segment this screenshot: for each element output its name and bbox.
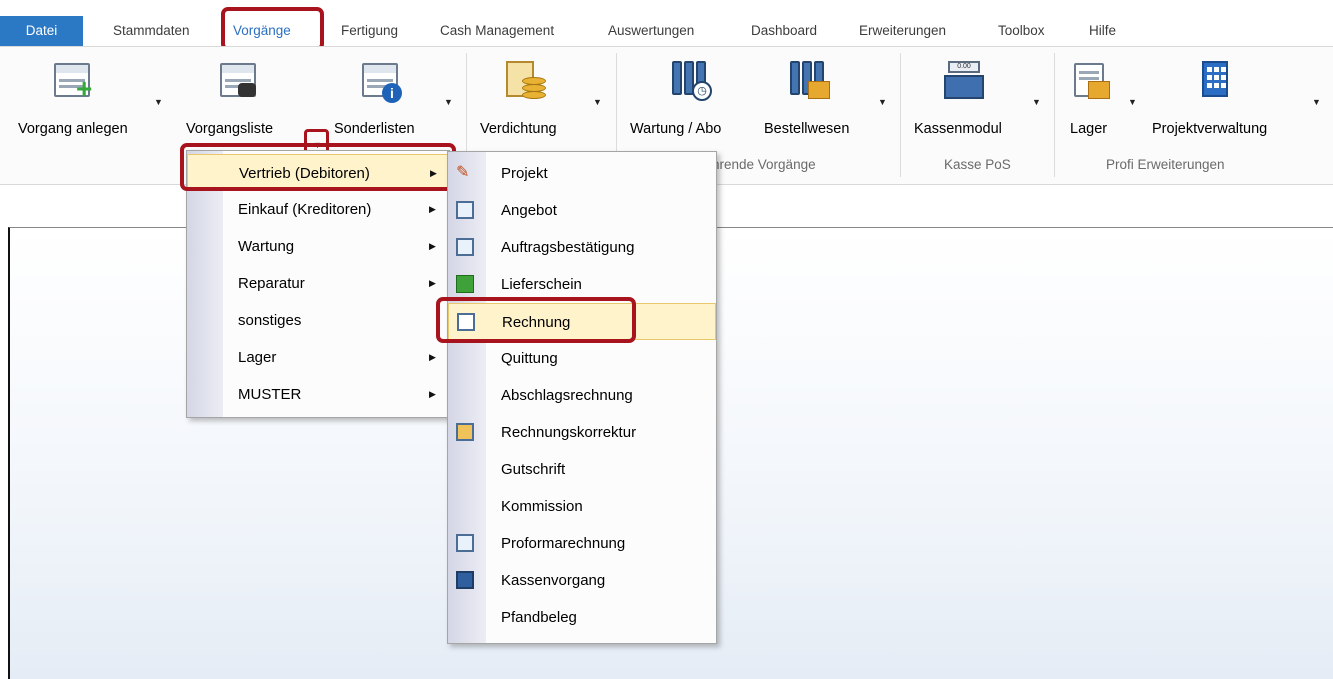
separator (1054, 53, 1055, 177)
tab-hilfe[interactable]: Hilfe (1085, 16, 1120, 46)
document-add-icon (456, 201, 474, 219)
vorgangsliste-dropdown-arrow[interactable]: ▼ (313, 140, 322, 150)
chevron-down-icon[interactable]: ▼ (1312, 97, 1321, 107)
chevron-right-icon: ▶ (429, 278, 436, 288)
group-label-kasse: Kasse PoS (944, 157, 1011, 172)
tab-erweiterungen[interactable]: Erweiterungen (855, 16, 950, 46)
group-label-weiterfuehrende: hrende Vorgänge (712, 157, 816, 172)
menu-item-einkauf[interactable]: Einkauf (Kreditoren) ▶ (187, 191, 449, 228)
chevron-down-icon[interactable]: ▼ (1128, 97, 1137, 107)
menu-item-pfandbeleg[interactable]: Pfandbeleg (448, 599, 716, 636)
verdichtung-button[interactable]: Verdichtung ▼ (480, 47, 605, 153)
menu-item-kassenvorgang[interactable]: Kassenvorgang (448, 562, 716, 599)
menu-item-auftragsbestaetigung[interactable]: Auftragsbestätigung (448, 229, 716, 266)
menu-item-rechnung[interactable]: Rechnung (448, 303, 716, 340)
document-box-icon (1074, 61, 1114, 101)
chevron-right-icon: ▶ (429, 352, 436, 362)
menu-item-angebot[interactable]: Angebot (448, 192, 716, 229)
tab-auswertungen[interactable]: Auswertungen (604, 16, 698, 46)
bestellwesen-button[interactable]: Bestellwesen ▼ (764, 47, 894, 153)
projektverwaltung-label: Projektverwaltung (1152, 121, 1268, 137)
building-icon (1202, 61, 1228, 97)
wartung-abo-label: Wartung / Abo (630, 121, 722, 137)
binders-clock-icon: ◷ (672, 61, 712, 101)
cash-register-icon: 0.00 (944, 61, 984, 99)
sonderlisten-button[interactable]: i Sonderlisten ▼ (334, 47, 454, 153)
tab-cash-management[interactable]: Cash Management (436, 16, 558, 46)
vorgangsliste-button[interactable]: Vorgangsliste (186, 47, 306, 153)
vorgang-anlegen-button[interactable]: + Vorgang anlegen ▼ (14, 47, 164, 153)
menu-item-vertrieb[interactable]: Vertrieb (Debitoren) ▶ (187, 154, 449, 191)
chevron-right-icon: ▶ (430, 168, 437, 178)
menu-item-lager[interactable]: Lager ▶ (187, 339, 449, 376)
tab-stammdaten[interactable]: Stammdaten (109, 16, 194, 46)
vorgangsliste-label: Vorgangsliste (186, 121, 274, 137)
menu-item-abschlagsrechnung[interactable]: Abschlagsrechnung (448, 377, 716, 414)
chevron-down-icon[interactable]: ▼ (1032, 97, 1041, 107)
new-document-icon: + (54, 61, 94, 103)
menu-item-muster[interactable]: MUSTER ▶ (187, 376, 449, 413)
delivery-icon (456, 275, 474, 293)
menu-tab-bar: Datei Stammdaten Vorgänge Fertigung Cash… (0, 0, 1333, 46)
menu-item-projekt[interactable]: ✎ Projekt (448, 155, 716, 192)
document-list-binoculars-icon (220, 61, 260, 101)
chevron-right-icon: ▶ (429, 241, 436, 251)
lager-button[interactable]: Lager ▼ (1070, 47, 1140, 153)
menu-item-gutschrift[interactable]: Gutschrift (448, 451, 716, 488)
wartung-abo-button[interactable]: ◷ Wartung / Abo (630, 47, 762, 153)
submenu-vorgangsliste: Vertrieb (Debitoren) ▶ Einkauf (Kreditore… (186, 150, 450, 418)
submenu-vertrieb: ✎ Projekt Angebot Auftragsbestätigung Li… (447, 151, 717, 644)
bestellwesen-label: Bestellwesen (764, 121, 850, 137)
chevron-down-icon[interactable]: ▼ (593, 97, 602, 107)
tab-dashboard[interactable]: Dashboard (747, 16, 821, 46)
projektverwaltung-button[interactable]: Projektverwaltung ▼ (1152, 47, 1322, 153)
chevron-down-icon[interactable]: ▼ (154, 97, 163, 107)
chevron-down-icon[interactable]: ▼ (878, 97, 887, 107)
menu-item-quittung[interactable]: Quittung (448, 340, 716, 377)
chevron-right-icon: ▶ (429, 204, 436, 214)
lager-label: Lager (1070, 121, 1108, 137)
menu-item-kommission[interactable]: Kommission (448, 488, 716, 525)
binders-box-icon (790, 61, 830, 101)
kassenmodul-button[interactable]: 0.00 Kassenmodul ▼ (914, 47, 1044, 153)
menu-item-lieferschein[interactable]: Lieferschein (448, 266, 716, 303)
menu-item-reparatur[interactable]: Reparatur ▶ (187, 265, 449, 302)
separator (900, 53, 901, 177)
ledger-coins-icon (506, 61, 546, 101)
menu-item-wartung[interactable]: Wartung ▶ (187, 228, 449, 265)
menu-item-rechnungskorrektur[interactable]: Rechnungskorrektur (448, 414, 716, 451)
tab-toolbox[interactable]: Toolbox (994, 16, 1049, 46)
vorgang-anlegen-label: Vorgang anlegen (18, 121, 128, 137)
chevron-right-icon: ▶ (429, 389, 436, 399)
verdichtung-label: Verdichtung (480, 121, 557, 137)
group-label-profi: Profi Erweiterungen (1106, 157, 1225, 172)
cash-register-icon (456, 571, 474, 589)
chevron-down-icon[interactable]: ▼ (444, 97, 453, 107)
tab-datei[interactable]: Datei (0, 16, 83, 46)
document-check-icon (456, 534, 474, 552)
document-return-icon (456, 238, 474, 256)
invoice-correction-icon (456, 423, 474, 441)
document-info-icon: i (362, 61, 402, 103)
tab-vorgaenge[interactable]: Vorgänge (229, 16, 295, 46)
menu-item-proformarechnung[interactable]: Proformarechnung (448, 525, 716, 562)
kassenmodul-label: Kassenmodul (914, 121, 1002, 137)
menu-item-sonstiges[interactable]: sonstiges (187, 302, 449, 339)
sonderlisten-label: Sonderlisten (334, 121, 415, 137)
pencil-icon: ✎ (456, 164, 470, 181)
tab-fertigung[interactable]: Fertigung (337, 16, 402, 46)
invoice-icon (457, 313, 475, 331)
